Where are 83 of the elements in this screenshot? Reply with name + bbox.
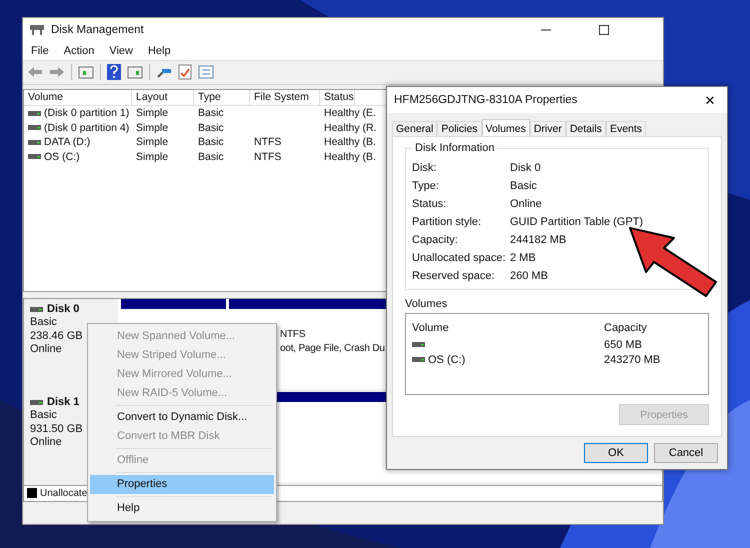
disk-size: 931.50 GB [30,422,84,436]
console-tree-icon[interactable] [78,65,94,80]
tab[interactable]: Events [606,121,646,136]
field-label: Unallocated space: [412,252,507,264]
table-cell: Simple [136,107,168,120]
table-cell: Healthy (E. [324,107,376,120]
column-header[interactable]: Volume [412,322,449,334]
table-cell: Healthy (B. [324,136,376,148]
partition-status: oot, Page File, Crash Du [280,342,385,356]
maximize-icon[interactable] [598,24,610,36]
disk-type: Basic [30,409,58,423]
column-header[interactable]: Layout [132,90,194,105]
menu-item[interactable]: View [109,45,133,58]
table-cell: OS (C:) [428,354,466,366]
panel-icon[interactable] [127,65,143,80]
window-title: Disk Management [51,24,144,36]
field-value: Disk 0 [510,162,541,174]
column-header[interactable]: Volume [24,90,132,105]
dialog-title: HFM256GDJTNG-8310A Properties [394,94,578,106]
column-header[interactable]: File System [250,90,320,105]
table-cell: (Disk 0 partition 4) [44,122,130,134]
field-value: 2 MB [510,252,536,264]
help-icon[interactable] [107,64,121,80]
dialog-button[interactable]: OK [584,443,648,463]
table-cell: Basic [198,136,224,148]
table-cell: NTFS [254,150,282,163]
close-button[interactable]: ✕ [693,87,727,113]
table-cell: 650 MB [604,338,642,350]
tab[interactable]: Volumes [482,119,530,137]
table-cell: (Disk 0 partition 1) [44,107,130,120]
disk-size: 238.46 GB [30,330,84,344]
tab[interactable]: Driver [530,121,566,136]
field-value: GUID Partition Table (GPT) [510,216,644,228]
menu-item[interactable]: Action [64,45,94,58]
volume-icon [412,356,425,363]
table-cell: Simple [136,122,168,134]
menu-item[interactable]: File [31,45,49,58]
disk-name: Disk 0 [47,302,80,316]
disk-type: Basic [30,316,58,330]
field-value: Online [510,198,542,210]
table-cell: Healthy (B. [324,150,376,163]
table-cell: NTFS [254,136,282,148]
partition-file-system: NTFS [280,328,306,342]
disk-drive-icon [29,24,45,36]
disk-status: Online [30,343,63,357]
field-label: Type: [412,180,440,192]
group-title: Disk Information [412,142,498,154]
table-cell: 243270 MB [604,354,660,366]
table-cell: Simple [136,150,168,163]
field-label: Capacity: [412,234,459,246]
tab[interactable]: General [392,121,438,136]
table-cell: OS (C:) [44,150,80,163]
tab[interactable]: Policies [437,121,482,136]
volume-icon [412,341,425,348]
list-icon[interactable] [198,65,214,80]
field-value: 260 MB [510,270,548,282]
field-label: Partition style: [412,216,482,228]
tab[interactable]: Details [566,121,606,136]
column-header[interactable]: Capacity [604,322,647,334]
table-cell: Simple [136,136,168,148]
back-arrow-icon[interactable] [27,66,43,78]
disk-status: Online [30,436,63,450]
table-cell: Basic [198,107,224,120]
disk-name: Disk 1 [47,396,80,410]
column-header[interactable]: Type [194,90,250,105]
field-value: 244182 MB [510,234,566,246]
table-cell: Basic [198,122,224,134]
dialog-button[interactable]: Cancel [654,443,718,463]
section-title: Volumes [405,298,448,310]
menu-item[interactable]: Help [148,45,171,58]
column-header[interactable]: Status [320,90,355,105]
menu-item[interactable]: Help [90,499,274,518]
menu-item[interactable]: Properties [90,475,274,494]
field-label: Reserved space: [412,270,496,282]
field-label: Status: [412,198,448,210]
checklist-icon[interactable] [178,64,192,80]
table-cell: Basic [198,150,224,163]
table-cell: DATA (D:) [44,136,90,148]
table-cell: Healthy (R. [324,122,377,134]
field-label: Disk: [412,162,438,174]
legend-label: Unallocate [40,488,88,499]
forward-arrow-icon[interactable] [49,66,65,78]
field-value: Basic [510,180,537,192]
